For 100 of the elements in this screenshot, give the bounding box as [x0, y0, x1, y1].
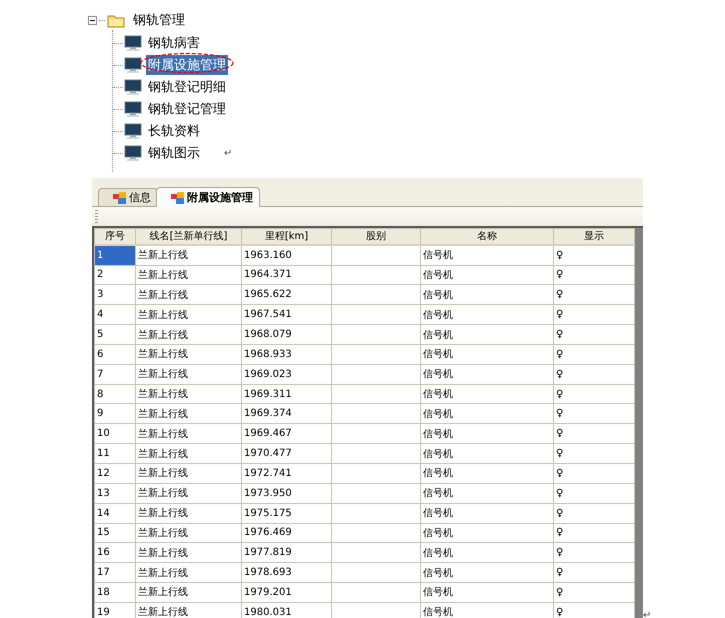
table-cell: 4 [94, 304, 136, 325]
table-cell: 1969.311 [242, 384, 332, 404]
window-icon [113, 192, 126, 204]
table-cell: 兰新上行线 [136, 284, 242, 305]
table-cell: 信号机 [420, 404, 554, 424]
table-cell: 12 [94, 464, 136, 484]
table-cell: 16 [94, 542, 136, 563]
table-cell: ♀ [554, 265, 634, 285]
table-cell: 信号机 [420, 324, 554, 344]
table-cell: 1973.950 [242, 483, 332, 504]
table-cell: ♀ [554, 562, 634, 583]
table-cell: 兰新上行线 [136, 444, 242, 464]
tree-item[interactable]: 钢轨管理 [131, 10, 187, 30]
table-cell: 信号机 [420, 542, 554, 563]
table-cell: 1970.477 [242, 444, 332, 464]
table-cell: 1 [94, 244, 136, 266]
table-cell: 14 [94, 503, 136, 524]
table-cell: 兰新上行线 [136, 562, 242, 583]
monitor-icon [124, 123, 142, 139]
monitor-icon [124, 145, 142, 161]
window-icon [171, 192, 184, 204]
table-cell: 1969.467 [242, 424, 332, 444]
table-cell: 信号机 [420, 444, 554, 464]
table-cell: 信号机 [420, 424, 554, 444]
table-cell: 17 [94, 562, 136, 583]
table-cell: 信号机 [420, 503, 554, 524]
table-cell: ♀ [554, 464, 634, 484]
table-cell: 兰新上行线 [136, 483, 242, 504]
tree-item[interactable]: 附属设施管理 [146, 55, 228, 75]
table-cell: 信号机 [420, 284, 554, 305]
table-cell: ♀ [554, 364, 634, 384]
table-cell: 信号机 [420, 582, 554, 602]
table-cell: ♀ [554, 344, 634, 364]
table-cell: 1976.469 [242, 523, 332, 543]
table-cell: 1975.175 [242, 503, 332, 524]
table-cell: 19 [94, 602, 136, 618]
table-cell: ♀ [554, 244, 634, 266]
table-cell: ♀ [554, 542, 634, 563]
table-cell: ♀ [554, 582, 634, 602]
table-cell: 兰新上行线 [136, 404, 242, 424]
table-cell: 1972.741 [242, 464, 332, 484]
table-cell: 信号机 [420, 523, 554, 543]
table-cell: 1978.693 [242, 562, 332, 583]
monitor-icon [124, 35, 142, 51]
table-cell: 9 [94, 404, 136, 424]
table-cell: ♀ [554, 324, 634, 344]
table-cell: 兰新上行线 [136, 424, 242, 444]
column-header[interactable]: 线名[兰新单行线] [136, 228, 242, 245]
table-cell: 10 [94, 424, 136, 444]
table-cell: 信号机 [420, 244, 554, 266]
table-cell: 兰新上行线 [136, 602, 242, 618]
table-cell: 1964.371 [242, 265, 332, 285]
paragraph-mark: ↵ [224, 148, 232, 158]
table-cell: 兰新上行线 [136, 324, 242, 344]
table-cell: 13 [94, 483, 136, 504]
table-cell: 15 [94, 523, 136, 543]
table-cell: 兰新上行线 [136, 344, 242, 364]
table-cell: 11 [94, 444, 136, 464]
table-cell: ♀ [554, 304, 634, 325]
tree-item[interactable]: 长轨资料 [146, 121, 202, 141]
table-cell: ♀ [554, 444, 634, 464]
tree-item[interactable]: 钢轨图示 [146, 143, 202, 163]
folder-icon [107, 12, 125, 28]
table-cell: 兰新上行线 [136, 304, 242, 325]
table-cell: 兰新上行线 [136, 542, 242, 563]
column-header[interactable]: 名称 [420, 228, 554, 245]
table-cell: 信号机 [420, 464, 554, 484]
column-header[interactable]: 显示 [554, 228, 634, 245]
table-cell: ♀ [554, 284, 634, 305]
column-header[interactable]: 股别 [332, 228, 420, 245]
table-cell: 8 [94, 384, 136, 404]
table-cell: 信号机 [420, 344, 554, 364]
tab[interactable]: 信息 [98, 188, 158, 206]
table-cell: 7 [94, 364, 136, 384]
table-cell: ♀ [554, 424, 634, 444]
scrollbar[interactable] [635, 228, 643, 618]
table-cell: 兰新上行线 [136, 244, 242, 266]
tree-item[interactable]: 钢轨登记明细 [146, 77, 228, 97]
table-cell: 信号机 [420, 364, 554, 384]
table-cell: 兰新上行线 [136, 265, 242, 285]
toolbar-grip[interactable] [95, 210, 98, 223]
table-cell: 1965.622 [242, 284, 332, 305]
table-cell: ♀ [554, 523, 634, 543]
table-cell: 信号机 [420, 602, 554, 618]
table-cell: ♀ [554, 404, 634, 424]
table-cell: 信号机 [420, 265, 554, 285]
table-cell: 信号机 [420, 562, 554, 583]
tab[interactable]: 附属设施管理 [156, 187, 260, 207]
table-cell: 信号机 [420, 304, 554, 325]
table-cell: ♀ [554, 483, 634, 504]
table-cell: ♀ [554, 384, 634, 404]
column-header[interactable]: 里程[km] [242, 228, 332, 245]
table-cell: 1968.079 [242, 324, 332, 344]
table-cell: 兰新上行线 [136, 503, 242, 524]
table-cell: 1979.201 [242, 582, 332, 602]
tree-item[interactable]: 钢轨登记管理 [146, 99, 228, 119]
table-cell: 兰新上行线 [136, 523, 242, 543]
monitor-icon [124, 101, 142, 117]
tree-item[interactable]: 钢轨病害 [146, 33, 202, 53]
column-header[interactable]: 序号 [94, 228, 136, 245]
